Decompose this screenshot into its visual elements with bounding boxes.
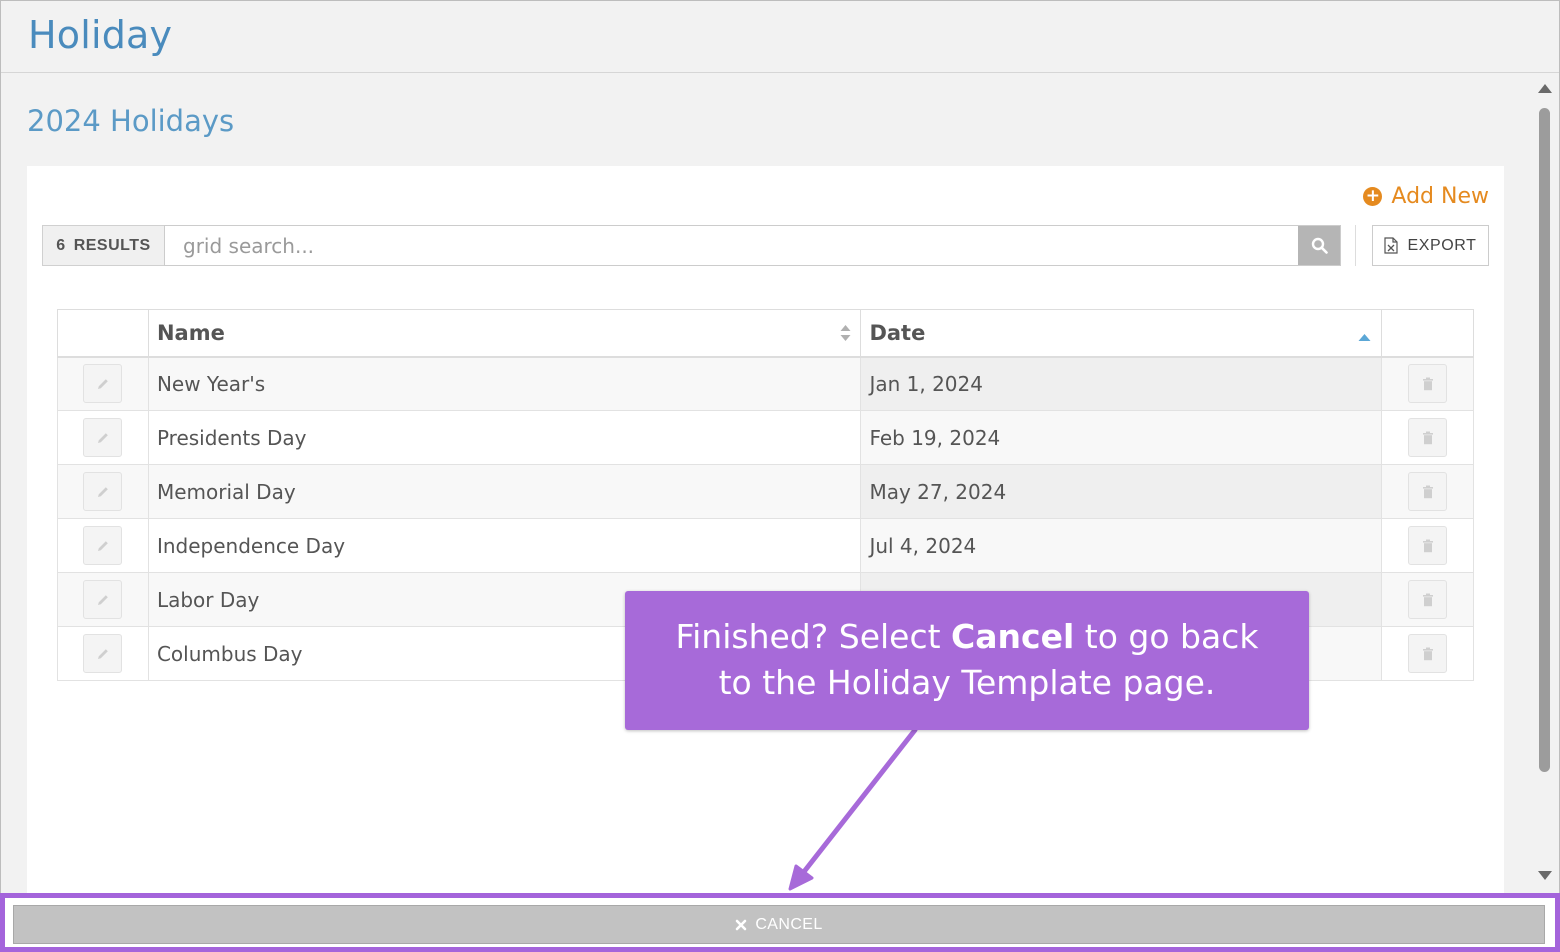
plus-circle-icon: + (1363, 187, 1383, 206)
close-icon (736, 919, 747, 930)
table-row: Presidents Day Feb 19, 2024 (57, 410, 1474, 465)
table-row: New Year's Jan 1, 2024 (57, 356, 1474, 411)
excel-file-icon (1384, 237, 1399, 254)
trash-icon (1422, 431, 1433, 444)
pencil-icon (97, 486, 108, 497)
holiday-name: Independence Day (147, 518, 862, 573)
pencil-icon (97, 378, 108, 389)
edit-button[interactable] (83, 472, 123, 511)
delete-button[interactable] (1408, 364, 1447, 404)
scrollbar-thumb[interactable] (1539, 108, 1550, 772)
toolbar-divider (1355, 225, 1356, 266)
holiday-name: New Year's (147, 356, 862, 411)
delete-button[interactable] (1408, 526, 1447, 565)
callout-bold: Cancel (951, 617, 1075, 656)
grid-search (164, 225, 1341, 266)
sort-icon (839, 323, 852, 343)
pencil-icon (97, 594, 108, 605)
pencil-icon (97, 540, 108, 551)
edit-button[interactable] (83, 634, 123, 673)
scroll-down-arrow-icon[interactable] (1538, 871, 1552, 880)
edit-button[interactable] (83, 418, 123, 457)
pencil-icon (97, 432, 108, 443)
results-count-badge: 6 RESULTS (42, 225, 165, 266)
pencil-icon (97, 648, 108, 659)
trash-icon (1422, 377, 1433, 390)
table-row: Memorial Day May 27, 2024 (57, 464, 1474, 519)
edit-button[interactable] (83, 580, 123, 619)
edit-button[interactable] (83, 364, 123, 404)
delete-button[interactable] (1408, 634, 1447, 673)
search-icon (1311, 237, 1328, 254)
page-header: Holiday (1, 1, 1559, 73)
holiday-date: Feb 19, 2024 (860, 410, 1383, 465)
holiday-date: Jan 1, 2024 (860, 356, 1383, 411)
holiday-name: Memorial Day (147, 464, 862, 519)
cancel-label: CANCEL (755, 915, 823, 933)
cancel-highlight: CANCEL (0, 893, 1560, 952)
trash-icon (1422, 485, 1433, 498)
export-button[interactable]: EXPORT (1372, 225, 1489, 266)
section-title: 2024 Holidays (27, 104, 235, 138)
search-button[interactable] (1298, 226, 1340, 265)
table-row: Independence Day Jul 4, 2024 (57, 518, 1474, 573)
trash-icon (1422, 539, 1433, 552)
holiday-date: May 27, 2024 (860, 464, 1383, 519)
grid-header-row: Name Date (57, 309, 1474, 358)
scroll-up-arrow-icon[interactable] (1538, 84, 1552, 93)
grid-header-delete (1381, 309, 1474, 358)
sort-ascending-icon (1358, 323, 1371, 347)
cancel-button[interactable]: CANCEL (13, 905, 1545, 944)
holiday-name: Presidents Day (147, 410, 862, 465)
content-panel: + Add New 6 RESULTS EXPORT (27, 166, 1504, 894)
grid-search-input[interactable] (165, 226, 1299, 265)
results-label: RESULTS (73, 236, 151, 254)
column-header-date[interactable]: Date (860, 309, 1383, 358)
callout-line-1: Finished? Select Cancel to go back (675, 617, 1259, 656)
grid-header-edit (57, 309, 149, 358)
callout-line-2: to the Holiday Template page. (718, 663, 1216, 702)
trash-icon (1422, 593, 1433, 606)
delete-button[interactable] (1408, 472, 1447, 511)
column-header-name[interactable]: Name (147, 309, 862, 358)
vertical-scrollbar[interactable] (1534, 78, 1556, 886)
trash-icon (1422, 647, 1433, 660)
holiday-date: Jul 4, 2024 (860, 518, 1383, 573)
results-count: 6 (56, 236, 66, 254)
tutorial-callout: Finished? Select Cancel to go back to th… (625, 591, 1309, 730)
page-title: Holiday (28, 13, 173, 57)
add-new-label: Add New (1391, 184, 1489, 209)
edit-button[interactable] (83, 526, 123, 565)
export-label: EXPORT (1407, 236, 1477, 254)
delete-button[interactable] (1408, 580, 1447, 619)
add-new-button[interactable]: + Add New (1363, 184, 1489, 209)
delete-button[interactable] (1408, 418, 1447, 457)
